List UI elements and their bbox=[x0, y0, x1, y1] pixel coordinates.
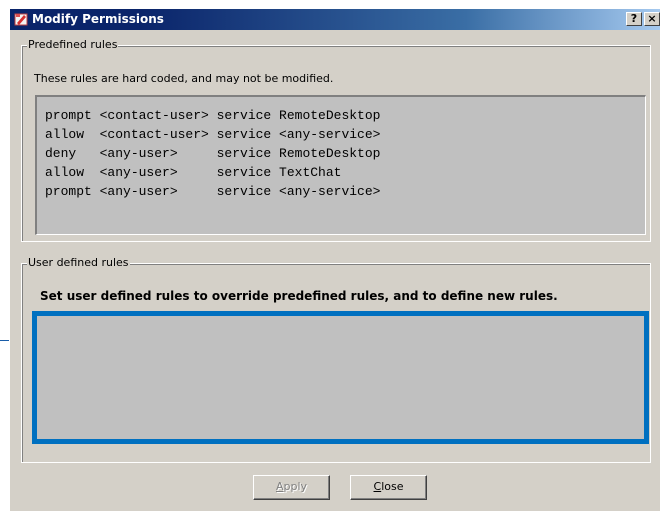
rule-line: deny <any-user> service RemoteDesktop bbox=[45, 146, 381, 161]
user-defined-rules-legend: User defined rules bbox=[27, 256, 130, 269]
rule-line: allow <any-user> service TextChat bbox=[45, 165, 342, 180]
app-icon bbox=[14, 13, 28, 26]
rule-line: prompt <contact-user> service RemoteDesk… bbox=[45, 108, 381, 123]
predefined-rules-legend: Predefined rules bbox=[27, 38, 119, 51]
predefined-rules-list: prompt <contact-user> service RemoteDesk… bbox=[35, 95, 646, 235]
apply-label-rest: pply bbox=[283, 480, 308, 493]
rule-line: allow <contact-user> service <any-servic… bbox=[45, 127, 381, 142]
window-title: Modify Permissions bbox=[32, 12, 164, 26]
user-defined-rules-note: Set user defined rules to override prede… bbox=[40, 289, 558, 303]
apply-button[interactable]: Apply bbox=[253, 475, 330, 500]
modify-permissions-dialog: Modify Permissions ? × Predefined rules … bbox=[9, 8, 660, 511]
title-bar[interactable]: Modify Permissions ? × bbox=[10, 9, 660, 30]
rule-line: prompt <any-user> service <any-service> bbox=[45, 184, 381, 199]
help-button[interactable]: ? bbox=[626, 12, 642, 26]
close-window-button[interactable]: × bbox=[644, 12, 660, 26]
apply-mnemonic: A bbox=[275, 480, 284, 493]
predefined-rules-note: These rules are hard coded, and may not … bbox=[34, 72, 334, 85]
close-label-rest: lose bbox=[381, 480, 404, 493]
user-defined-rules-list[interactable] bbox=[32, 311, 649, 444]
close-button[interactable]: Close bbox=[350, 475, 427, 500]
